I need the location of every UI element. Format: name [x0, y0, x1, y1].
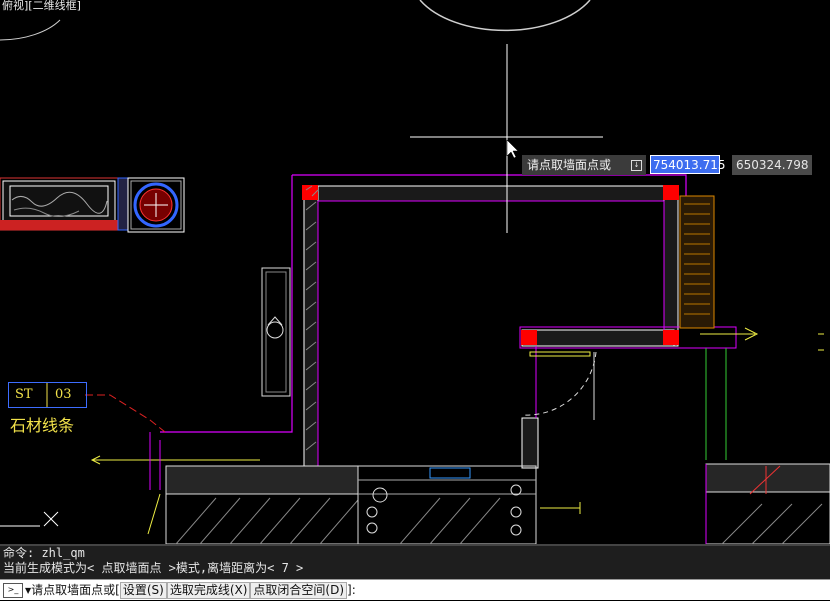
door	[521, 351, 597, 420]
option-settings[interactable]: 设置(S)	[119, 581, 167, 599]
bottom-cabinets	[165, 463, 830, 545]
material-text: 石材线条	[10, 416, 75, 435]
command-prompt-icon[interactable]: >_	[3, 582, 23, 598]
crosshair-cursor	[410, 44, 603, 233]
history-line: 命令: zhl_qm	[3, 546, 85, 560]
material-tag: ST 03	[8, 382, 87, 408]
tag-divider	[46, 383, 48, 407]
viewport-label[interactable]: 俯视][二维线框]	[2, 0, 81, 13]
cad-drawing-canvas[interactable]	[0, 0, 830, 545]
history-line: 当前生成模式为< 点取墙面点 >模式,离墙距离为< 7 >	[3, 561, 304, 575]
left-detail	[0, 177, 185, 233]
leader-line	[85, 394, 166, 433]
dynamic-input-prompt: 请点取墙面点或 ↓	[522, 155, 646, 175]
wall-structure	[160, 174, 737, 469]
prompt-suffix: ]:	[347, 582, 356, 597]
command-history: 命令: zhl_qm 当前生成模式为< 点取墙面点 >模式,离墙距离为< 7 >	[0, 544, 830, 579]
ucs-icon	[0, 511, 59, 527]
coordinate-x-input[interactable]: 754013.715	[650, 155, 726, 174]
drawing-svg	[0, 0, 830, 545]
wall-panel	[261, 267, 291, 397]
right-marks	[818, 333, 824, 351]
arc-left	[0, 19, 61, 41]
option-pick-closed-space[interactable]: 点取闭合空间(D)	[250, 581, 348, 599]
download-icon[interactable]: ↓	[631, 160, 642, 171]
command-line[interactable]: >_ ▼ 请点取墙面点或[ 设置(S) 选取完成线(X) 点取闭合空间(D) ]:	[0, 579, 830, 600]
option-select-finish-line[interactable]: 选取完成线(X)	[166, 581, 251, 599]
yellow-mark	[540, 502, 581, 514]
coordinate-y-input[interactable]: 650324.798	[732, 155, 812, 175]
yellow-slope	[147, 493, 161, 535]
dynamic-input-prompt-text: 请点取墙面点或	[527, 158, 612, 172]
circle-arc	[419, 0, 591, 32]
dim-line	[90, 455, 260, 465]
wall-lower-left	[149, 432, 161, 490]
right-shelf	[679, 195, 759, 460]
prompt-prefix: 请点取墙面点或[	[31, 582, 120, 597]
